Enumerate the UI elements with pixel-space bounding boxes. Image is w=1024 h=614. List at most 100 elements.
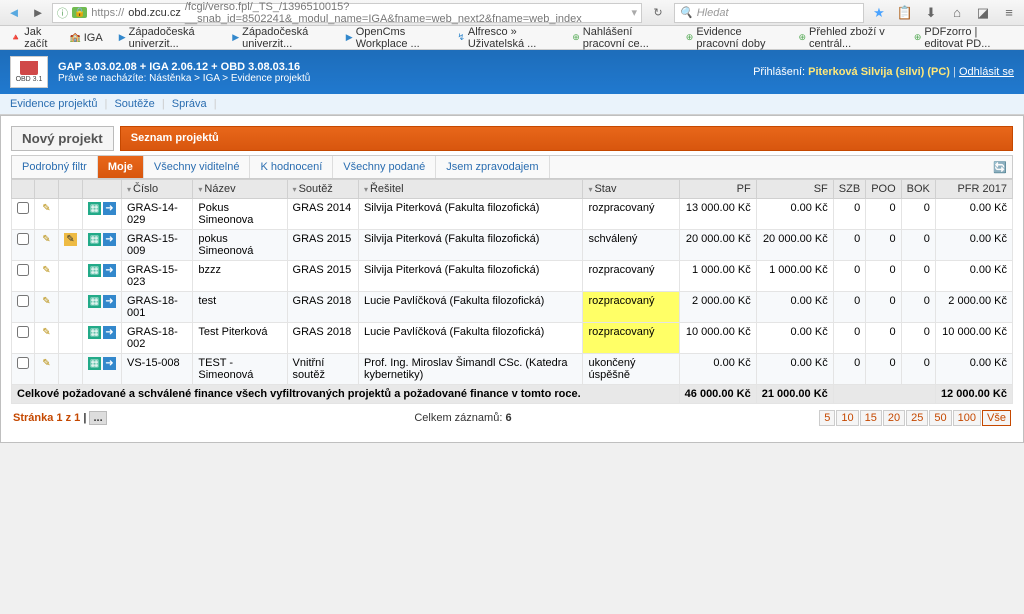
totals-pfr: 12 000.00 Kč bbox=[935, 385, 1012, 404]
cell-pf: 2 000.00 Kč bbox=[679, 292, 756, 323]
column-header bbox=[35, 180, 59, 199]
column-header[interactable]: SF bbox=[756, 180, 833, 199]
bookmark-item[interactable]: ⊕Nahlášení pracovní ce... bbox=[568, 24, 674, 52]
row-checkbox[interactable] bbox=[17, 326, 29, 338]
column-header[interactable]: Číslo bbox=[122, 180, 193, 199]
cell-sf: 0.00 Kč bbox=[756, 354, 833, 385]
page-size-button[interactable]: 5 bbox=[819, 410, 835, 426]
action-a-icon[interactable]: ▦ bbox=[88, 326, 101, 339]
browser-search[interactable]: 🔍 Hledat bbox=[674, 3, 864, 23]
action-b-icon[interactable]: ➜ bbox=[103, 233, 116, 246]
url-bar[interactable]: ⓘ 🔒 https://obd.zcu.cz/fcgi/verso.fpl/_T… bbox=[52, 3, 642, 23]
row-checkbox[interactable] bbox=[17, 233, 29, 245]
action-a-icon[interactable]: ▦ bbox=[88, 295, 101, 308]
bookmark-item[interactable]: ▶OpenCms Workplace ... bbox=[342, 24, 446, 52]
app-logo: OBD 3.1 bbox=[10, 56, 48, 88]
action-a-icon[interactable]: ▦ bbox=[88, 233, 101, 246]
page-size-button[interactable]: 100 bbox=[953, 410, 981, 426]
downloads-icon[interactable]: ⬇ bbox=[920, 5, 942, 21]
totals-pf: 46 000.00 Kč bbox=[679, 385, 756, 404]
cell-soutez: Vnitřní soutěž bbox=[287, 354, 358, 385]
action-a-icon[interactable]: ▦ bbox=[88, 264, 101, 277]
row-checkbox[interactable] bbox=[17, 295, 29, 307]
page-size-button[interactable]: Vše bbox=[982, 410, 1011, 426]
page-size-button[interactable]: 10 bbox=[836, 410, 858, 426]
reload-button[interactable]: ↻ bbox=[646, 6, 670, 19]
column-header[interactable]: Soutěž bbox=[287, 180, 358, 199]
page-size-button[interactable]: 20 bbox=[883, 410, 905, 426]
page-size-button[interactable]: 50 bbox=[929, 410, 951, 426]
cell-nazev: TEST - Simeonová bbox=[193, 354, 287, 385]
nav-link[interactable]: Správa bbox=[172, 98, 207, 110]
filter-tab[interactable]: Podrobný filtr bbox=[12, 156, 98, 178]
edit-icon[interactable]: ✎ bbox=[40, 326, 53, 339]
version-line: GAP 3.03.02.08 + IGA 2.06.12 + OBD 3.08.… bbox=[58, 61, 300, 73]
column-header[interactable]: SZB bbox=[833, 180, 865, 199]
column-header[interactable]: PFR 2017 bbox=[935, 180, 1012, 199]
bookmark-item[interactable]: 🔺Jak začít bbox=[6, 24, 58, 52]
nav-link[interactable]: Evidence projektů bbox=[10, 98, 97, 110]
action-b-icon[interactable]: ➜ bbox=[103, 202, 116, 215]
bookmark-item[interactable]: ▶Západočeská univerzit... bbox=[115, 24, 221, 52]
table-row: ✎▦➜GRAS-15-023bzzzGRAS 2015Silvija Piter… bbox=[12, 261, 1013, 292]
action-a-icon[interactable]: ▦ bbox=[88, 202, 101, 215]
menu-icon[interactable]: ≡ bbox=[998, 5, 1020, 20]
column-header[interactable]: PF bbox=[679, 180, 756, 199]
cell-bok: 0 bbox=[901, 230, 935, 261]
new-project-button[interactable]: Nový projekt bbox=[11, 126, 114, 151]
cell-sf: 1 000.00 Kč bbox=[756, 261, 833, 292]
cell-pf: 10 000.00 Kč bbox=[679, 323, 756, 354]
column-header[interactable]: POO bbox=[866, 180, 901, 199]
action-b-icon[interactable]: ➜ bbox=[103, 326, 116, 339]
totals-label: Celkové požadované a schválené finance v… bbox=[12, 385, 680, 404]
table-row: ✎▦➜GRAS-18-002Test PiterkováGRAS 2018Luc… bbox=[12, 323, 1013, 354]
sidebar-icon[interactable]: ◪ bbox=[972, 5, 994, 21]
column-header[interactable]: Název bbox=[193, 180, 287, 199]
filter-tab[interactable]: K hodnocení bbox=[250, 156, 333, 178]
edit-icon[interactable]: ✎ bbox=[40, 295, 53, 308]
action-b-icon[interactable]: ➜ bbox=[103, 357, 116, 370]
page-size-button[interactable]: 25 bbox=[906, 410, 928, 426]
filter-tab[interactable]: Jsem zpravodajem bbox=[436, 156, 549, 178]
back-button[interactable]: ◄ bbox=[4, 3, 24, 23]
edit-icon[interactable]: ✎ bbox=[40, 202, 53, 215]
column-header[interactable]: BOK bbox=[901, 180, 935, 199]
filter-tab[interactable]: Všechny podané bbox=[333, 156, 436, 178]
bookmark-item[interactable]: 🏫IGA bbox=[66, 30, 107, 46]
column-header[interactable]: Stav bbox=[583, 180, 679, 199]
bookmark-item[interactable]: ⊕Přehled zboží v centrál... bbox=[794, 24, 901, 52]
bookmark-item[interactable]: ⊕Evidence pracovní doby bbox=[682, 24, 787, 52]
column-header[interactable]: Řešitel bbox=[358, 180, 583, 199]
bookmarks-bar: 🔺Jak začít🏫IGA▶Západočeská univerzit...▶… bbox=[0, 26, 1024, 50]
edit-icon[interactable]: ✎ bbox=[40, 264, 53, 277]
row-checkbox[interactable] bbox=[17, 357, 29, 369]
edit-icon[interactable]: ✎ bbox=[40, 233, 53, 246]
dropdown-icon[interactable]: ▾ bbox=[631, 6, 637, 19]
nav-link[interactable]: Soutěže bbox=[114, 98, 154, 110]
filter-tab[interactable]: Moje bbox=[98, 156, 144, 178]
bookmark-item[interactable]: ⊕PDFzorro | editovat PD... bbox=[910, 24, 1018, 52]
cell-sf: 0.00 Kč bbox=[756, 323, 833, 354]
action-b-icon[interactable]: ➜ bbox=[103, 295, 116, 308]
bookmark-item[interactable]: ▶Západočeská univerzit... bbox=[228, 24, 334, 52]
logout-link[interactable]: Odhlásit se bbox=[959, 66, 1014, 78]
clipboard-icon[interactable]: 📋 bbox=[894, 5, 916, 21]
extra-icon[interactable]: ✎ bbox=[64, 233, 77, 246]
row-checkbox[interactable] bbox=[17, 202, 29, 214]
bookmark-item[interactable]: ↯Alfresco » Uživatelská ... bbox=[453, 24, 560, 52]
edit-icon[interactable]: ✎ bbox=[40, 357, 53, 370]
cell-bok: 0 bbox=[901, 199, 935, 230]
filter-tab[interactable]: Všechny viditelné bbox=[144, 156, 251, 178]
action-b-icon[interactable]: ➜ bbox=[103, 264, 116, 277]
refresh-icon[interactable]: 🔄 bbox=[988, 156, 1012, 178]
page-more-button[interactable]: ... bbox=[89, 411, 106, 425]
row-checkbox[interactable] bbox=[17, 264, 29, 276]
forward-button[interactable]: ► bbox=[28, 3, 48, 23]
cell-soutez: GRAS 2014 bbox=[287, 199, 358, 230]
home-icon[interactable]: ⌂ bbox=[946, 5, 968, 20]
column-header bbox=[83, 180, 122, 199]
page-size-button[interactable]: 15 bbox=[860, 410, 882, 426]
bookmark-star-icon[interactable]: ★ bbox=[868, 5, 890, 21]
action-a-icon[interactable]: ▦ bbox=[88, 357, 101, 370]
page-size-selector: 51015202550100Vše bbox=[819, 410, 1011, 426]
